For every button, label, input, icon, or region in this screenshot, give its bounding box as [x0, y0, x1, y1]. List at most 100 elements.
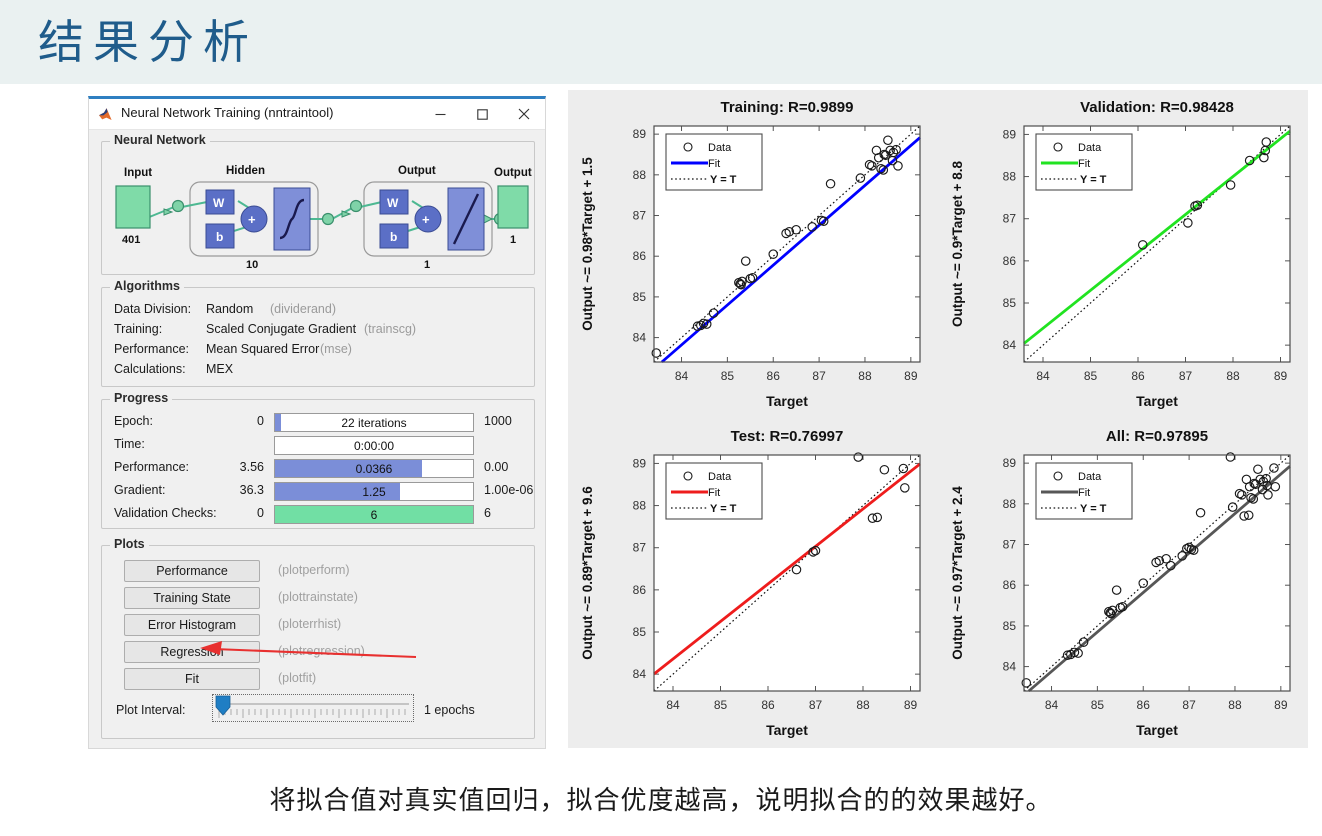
svg-text:Y = T: Y = T — [1080, 174, 1107, 186]
svg-text:Training: R=0.9899: Training: R=0.9899 — [721, 99, 854, 116]
svg-text:1: 1 — [424, 259, 430, 270]
data-division-value: Random — [206, 302, 254, 316]
svg-text:87: 87 — [1003, 538, 1017, 552]
plot-fit-button[interactable]: Fit — [124, 668, 260, 690]
svg-text:86: 86 — [633, 583, 647, 597]
slider-graphics — [215, 695, 409, 718]
gradient-max: 1.00e-06 — [484, 483, 534, 497]
svg-text:+: + — [422, 212, 430, 227]
plot-error-histogram-button[interactable]: Error Histogram — [124, 614, 260, 636]
svg-text:85: 85 — [714, 698, 728, 712]
svg-text:Target: Target — [766, 722, 808, 738]
training-plot-svg: Training: R=0.9899 84 85 86 87 88 89 84 85 86 87 88… — [580, 99, 921, 409]
minimize-icon — [435, 113, 445, 115]
svg-text:W: W — [387, 196, 399, 210]
time-progress-bar: 0:00:00 — [274, 436, 474, 455]
window-title: Neural Network Training (nntraintool) — [121, 105, 334, 120]
svg-text:84: 84 — [633, 667, 647, 681]
plot-interval-slider[interactable] — [212, 694, 414, 722]
performance-min: 3.56 — [239, 460, 264, 474]
svg-text:89: 89 — [1274, 698, 1288, 712]
performance-progress-bar: 0.0366 — [274, 459, 474, 478]
plot-interval-value: 1 epochs — [424, 703, 475, 717]
svg-text:Output ~= 0.97*Target + 2.4: Output ~= 0.97*Target + 2.4 — [950, 486, 965, 660]
time-label: Time: — [114, 437, 145, 451]
svg-text:88: 88 — [856, 698, 870, 712]
svg-text:Output: Output — [494, 167, 532, 179]
svg-text:All: R=0.97895: All: R=0.97895 — [1106, 428, 1208, 445]
svg-text:85: 85 — [1084, 369, 1098, 383]
validation-checks-max: 6 — [484, 506, 491, 520]
plot-training-state-button[interactable]: Training State — [124, 587, 260, 609]
svg-text:88: 88 — [1003, 497, 1017, 511]
maximize-button[interactable] — [461, 99, 503, 129]
plot-performance-button[interactable]: Performance — [124, 560, 260, 582]
svg-text:b: b — [216, 230, 223, 244]
plot-error-histogram-fn: (ploterrhist) — [278, 617, 342, 631]
validation-checks-bar-text: 6 — [370, 507, 378, 522]
minimize-button[interactable] — [419, 99, 461, 129]
svg-text:84: 84 — [1045, 698, 1059, 712]
svg-text:89: 89 — [904, 698, 918, 712]
plot-fit-fn: (plotfit) — [278, 671, 317, 685]
svg-text:85: 85 — [1003, 619, 1017, 633]
test-regression-plot: Test: R=0.76997 84 85 86 87 88 89 84 85 86 87 88 89 D… — [568, 419, 938, 748]
svg-text:87: 87 — [812, 369, 826, 383]
svg-text:88: 88 — [1003, 170, 1017, 184]
regression-plots-panel: Training: R=0.9899 84 85 86 87 88 89 84 85 86 87 88… — [568, 90, 1308, 748]
svg-text:85: 85 — [1091, 698, 1105, 712]
performance-key: Performance: — [114, 342, 190, 356]
plot-regression-fn: (plotregression) — [278, 644, 365, 658]
validation-regression-plot: Validation: R=0.98428 84 85 86 87 88 89 84 85 86 8… — [938, 90, 1308, 419]
epoch-bar-text: 22 iterations — [341, 415, 407, 430]
svg-text:84: 84 — [1003, 338, 1017, 352]
svg-text:Target: Target — [1136, 722, 1178, 738]
svg-text:85: 85 — [633, 290, 647, 304]
epoch-min: 0 — [257, 414, 264, 428]
all-regression-plot: All: R=0.97895 84 85 86 87 88 89 84 85 86 87 88 89 Da… — [938, 419, 1308, 748]
svg-text:Input: Input — [124, 167, 152, 179]
svg-text:88: 88 — [1226, 369, 1240, 383]
epoch-label: Epoch: — [114, 414, 153, 428]
close-button[interactable] — [503, 99, 545, 129]
svg-text:Fit: Fit — [1078, 158, 1090, 170]
svg-text:89: 89 — [1274, 369, 1288, 383]
svg-text:10: 10 — [246, 259, 258, 270]
svg-text:84: 84 — [675, 369, 689, 383]
gradient-label: Gradient: — [114, 483, 166, 497]
performance-bar-text: 0.0366 — [355, 461, 393, 476]
performance-fn: (mse) — [320, 342, 352, 356]
svg-text:86: 86 — [1131, 369, 1145, 383]
svg-text:89: 89 — [1003, 456, 1017, 470]
svg-text:89: 89 — [633, 127, 647, 141]
svg-text:89: 89 — [1003, 127, 1017, 141]
plot-regression-button[interactable]: Regression — [124, 641, 260, 663]
svg-text:Target: Target — [1136, 393, 1178, 409]
training-regression-plot: Training: R=0.9899 84 85 86 87 88 89 84 85 86 87 88… — [568, 90, 938, 419]
svg-text:Fit: Fit — [1078, 487, 1090, 499]
algorithms-group-label: Algorithms — [110, 279, 184, 293]
svg-text:Data: Data — [708, 471, 732, 483]
svg-text:b: b — [390, 230, 397, 244]
svg-text:86: 86 — [1003, 578, 1017, 592]
svg-text:87: 87 — [1182, 698, 1196, 712]
data-division-fn: (dividerand) — [270, 302, 337, 316]
window-titlebar: Neural Network Training (nntraintool) — [89, 99, 545, 130]
svg-text:89: 89 — [633, 456, 647, 470]
plot-training-state-fn: (plottrainstate) — [278, 590, 358, 604]
svg-text:86: 86 — [1137, 698, 1151, 712]
svg-text:84: 84 — [633, 331, 647, 345]
svg-text:Output ~= 0.9*Target + 8.8: Output ~= 0.9*Target + 8.8 — [950, 161, 965, 327]
svg-text:401: 401 — [122, 234, 140, 246]
training-fn: (trainscg) — [364, 322, 417, 336]
svg-text:Output ~= 0.89*Target + 9.6: Output ~= 0.89*Target + 9.6 — [580, 486, 595, 660]
svg-text:Fit: Fit — [708, 158, 720, 170]
svg-text:89: 89 — [904, 369, 918, 383]
nntraintool-window: Neural Network Training (nntraintool) Ne… — [88, 96, 546, 749]
svg-text:88: 88 — [633, 499, 647, 513]
progress-group-label: Progress — [110, 391, 173, 405]
progress-group: Progress Epoch: 0 22 iterations 1000 Tim… — [101, 391, 535, 529]
svg-text:86: 86 — [633, 249, 647, 263]
svg-text:88: 88 — [633, 168, 647, 182]
matlab-logo-icon — [99, 108, 112, 120]
